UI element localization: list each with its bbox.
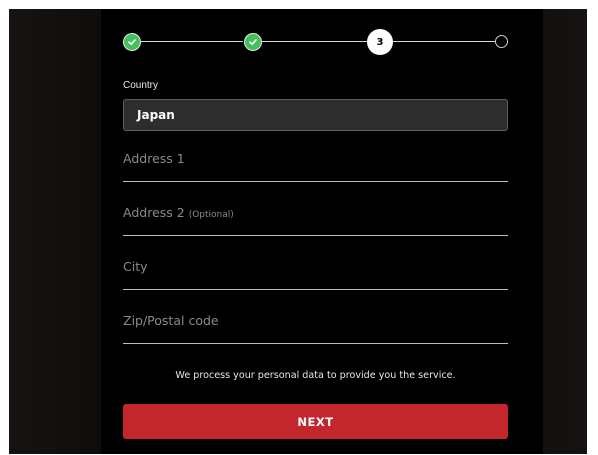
background-left — [9, 9, 101, 454]
city-placeholder: City — [123, 259, 148, 274]
country-value: Japan — [137, 108, 175, 122]
step-1-complete — [123, 33, 141, 51]
address1-placeholder: Address 1 — [123, 151, 185, 166]
country-label: Country — [123, 80, 159, 91]
step-connector — [141, 41, 243, 42]
city-field[interactable]: City — [123, 259, 508, 290]
app-frame: 3 Country Japan Address 1 Address 2 (Opt… — [9, 9, 587, 454]
step-connector — [262, 41, 367, 42]
step-number: 3 — [376, 36, 384, 48]
check-icon — [249, 39, 257, 45]
step-2-complete — [244, 33, 262, 51]
step-4-pending — [495, 35, 508, 48]
optional-tag: (Optional) — [188, 210, 234, 220]
address2-label: Address 2 — [123, 205, 185, 220]
privacy-notice: We process your personal data to provide… — [175, 370, 456, 381]
zip-placeholder: Zip/Postal code — [123, 313, 219, 328]
address1-field[interactable]: Address 1 — [123, 151, 508, 182]
progress-stepper: 3 — [123, 29, 508, 55]
check-icon — [128, 39, 136, 45]
step-connector — [393, 41, 497, 42]
step-3-current: 3 — [367, 29, 393, 55]
country-select[interactable]: Japan — [123, 99, 508, 131]
signup-panel: 3 Country Japan Address 1 Address 2 (Opt… — [101, 9, 543, 454]
address2-field[interactable]: Address 2 (Optional) — [123, 205, 508, 236]
zip-field[interactable]: Zip/Postal code — [123, 313, 508, 344]
address2-placeholder: Address 2 (Optional) — [123, 205, 234, 220]
next-button[interactable]: NEXT — [123, 404, 508, 439]
